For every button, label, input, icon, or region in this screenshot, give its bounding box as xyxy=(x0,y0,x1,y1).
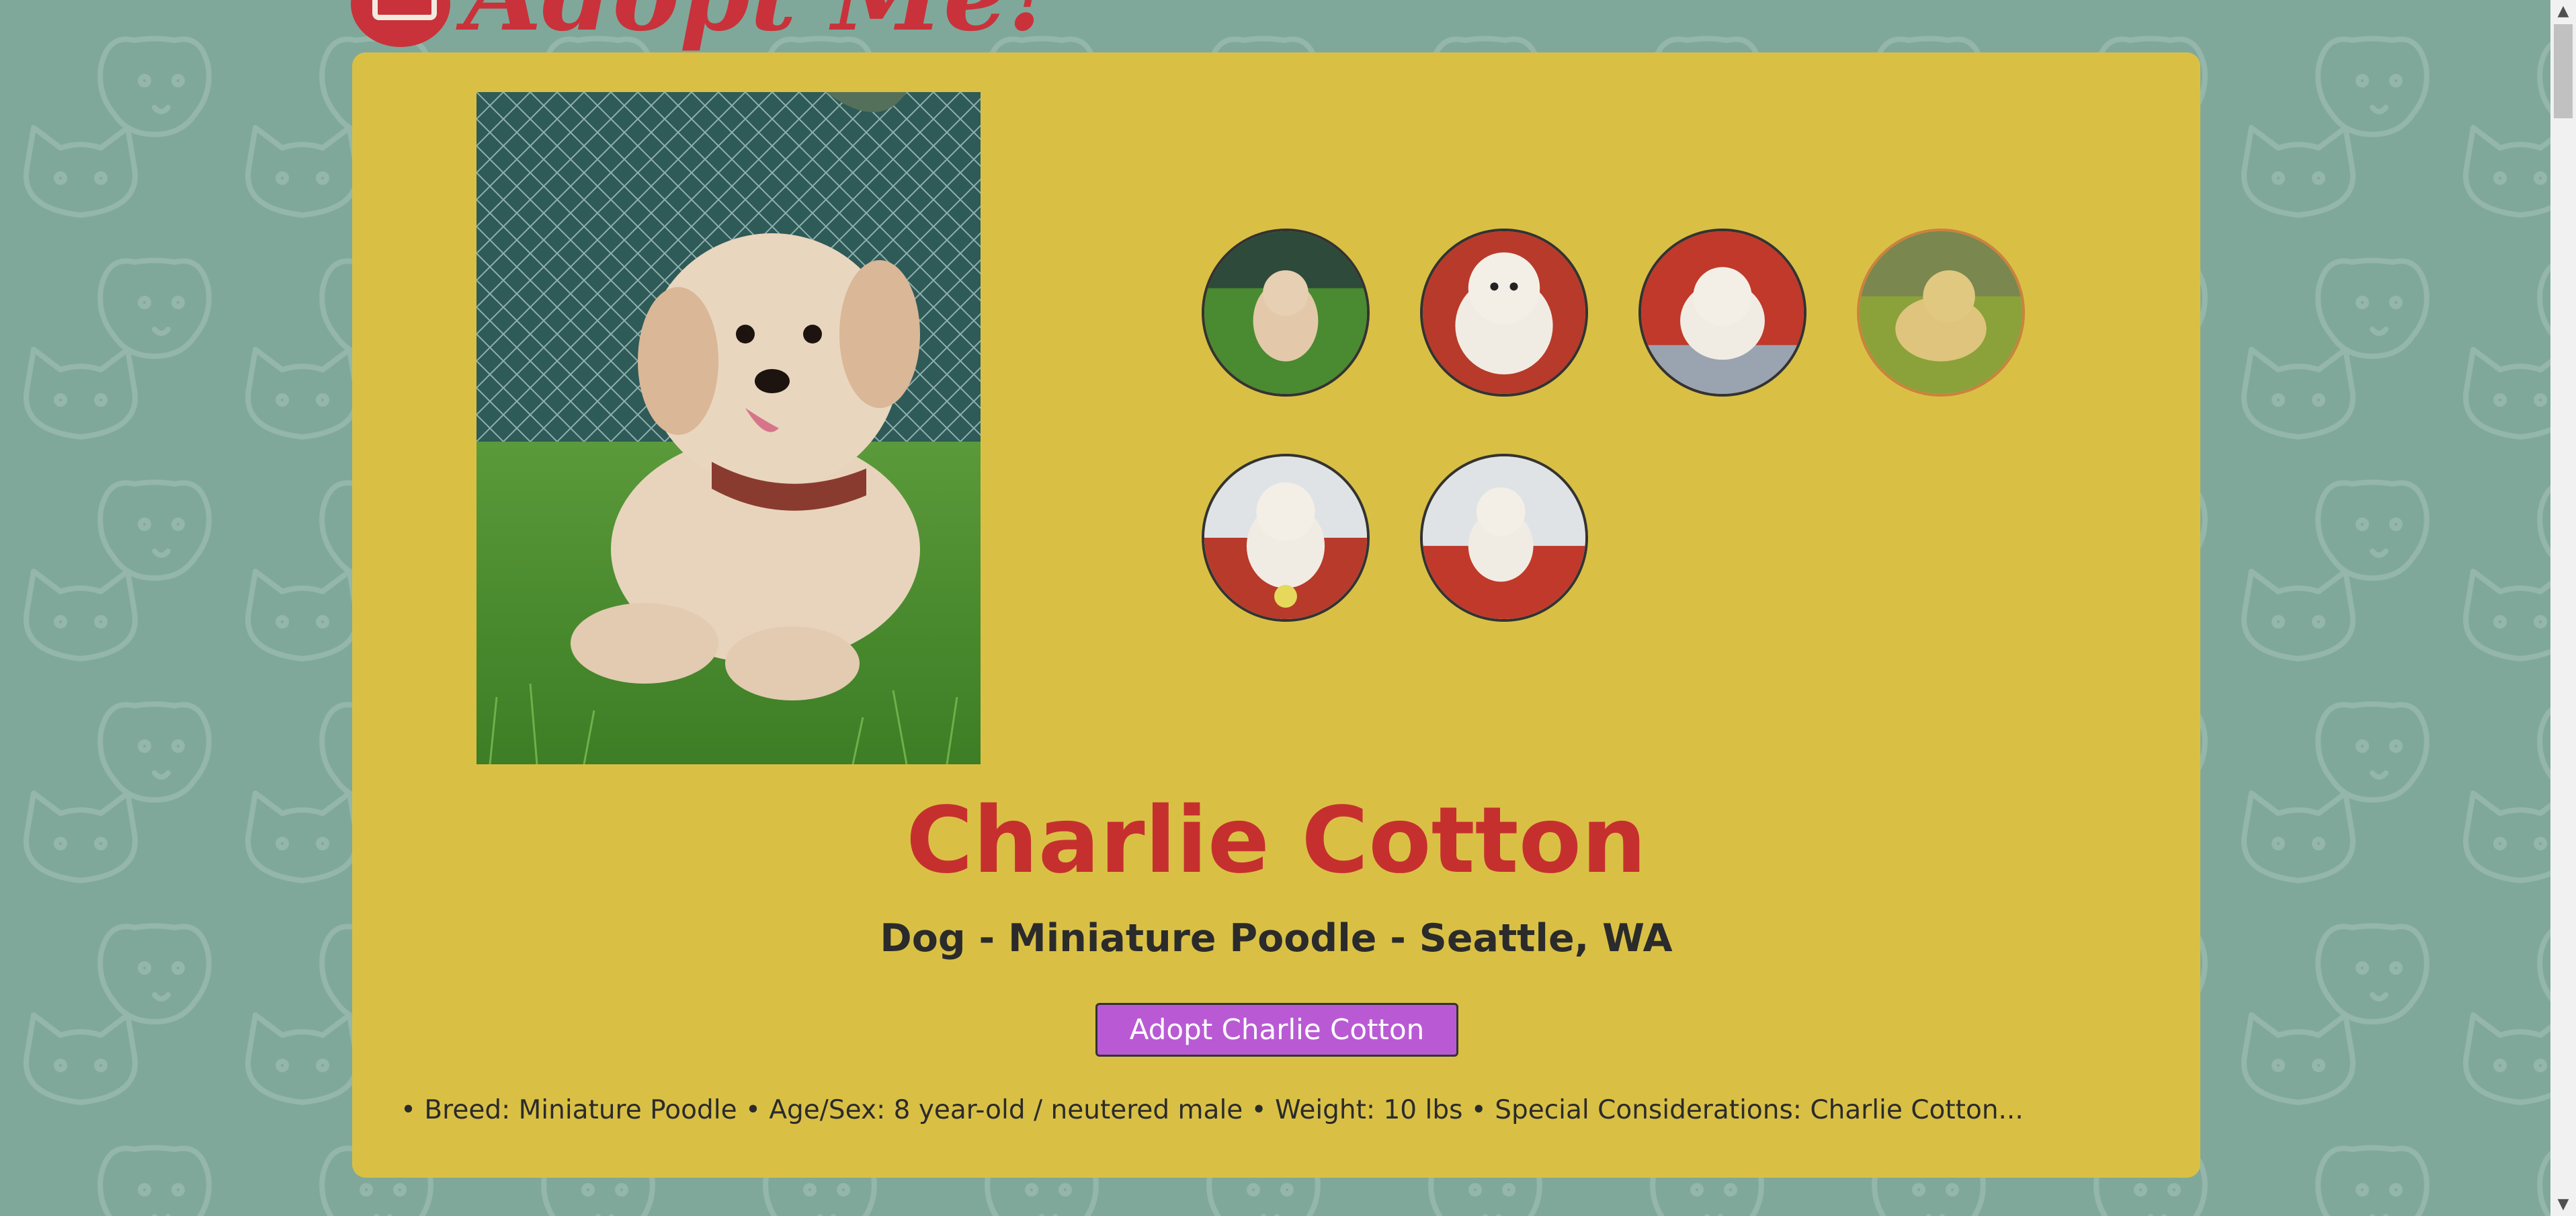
gallery-thumbnail-4[interactable] xyxy=(1857,229,2025,397)
gallery-thumbnail-3[interactable] xyxy=(1638,229,1806,397)
pet-details-card: Charlie Cotton Dog - Miniature Poodle - … xyxy=(352,52,2200,1178)
chevron-up-icon[interactable]: ▲ xyxy=(2550,0,2576,23)
site-logo[interactable]: Adopt Me! xyxy=(351,0,1052,55)
scrollbar-thumb[interactable] xyxy=(2554,24,2573,118)
gallery-thumbnail-5[interactable] xyxy=(1202,454,1370,622)
pet-description: • Breed: Miniature Poodle • Age/Sex: 8 y… xyxy=(401,1095,2024,1125)
main-pet-photo xyxy=(476,92,981,764)
chevron-down-icon[interactable]: ▼ xyxy=(2550,1193,2576,1216)
adopt-button[interactable]: Adopt Charlie Cotton xyxy=(1095,1003,1458,1057)
pet-name-heading: Charlie Cotton xyxy=(906,788,1647,894)
gallery-thumbnail-6[interactable] xyxy=(1420,454,1588,622)
logo-text: Adopt Me! xyxy=(464,0,1052,54)
gallery-thumbnail-1[interactable] xyxy=(1202,229,1370,397)
vertical-scrollbar[interactable]: ▲ ▼ xyxy=(2550,0,2576,1216)
gallery-thumbnail-2[interactable] xyxy=(1420,229,1588,397)
logo-badge-icon xyxy=(351,0,450,47)
pet-subtitle: Dog - Miniature Poodle - Seattle, WA xyxy=(880,916,1673,961)
